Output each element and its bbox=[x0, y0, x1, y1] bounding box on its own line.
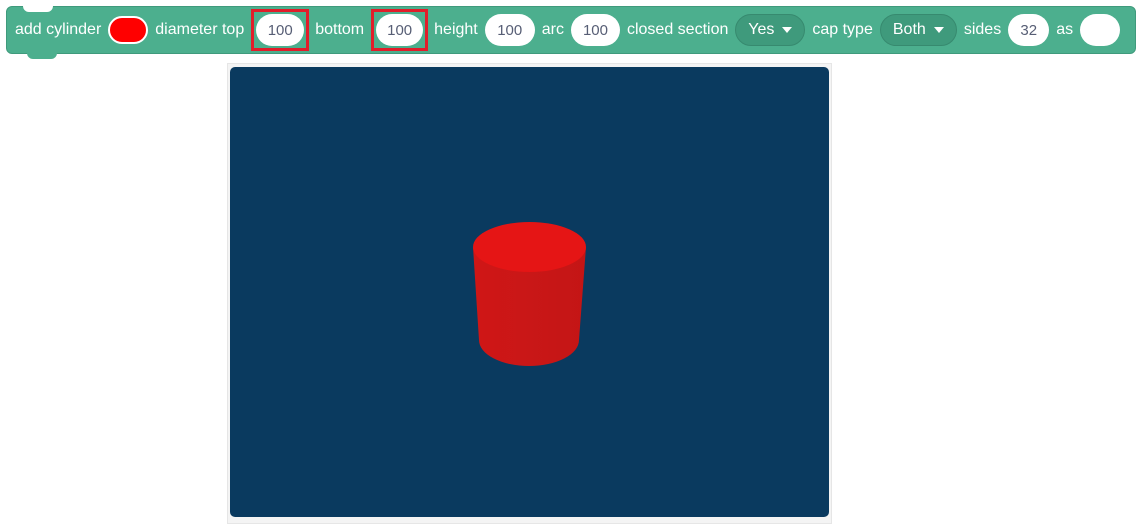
block-bottom-tab bbox=[27, 53, 57, 59]
sides-input[interactable]: 32 bbox=[1008, 14, 1050, 46]
arc-input[interactable]: 100 bbox=[570, 14, 620, 46]
as-label: as bbox=[1056, 21, 1074, 38]
add-cylinder-label: add cylinder bbox=[15, 21, 102, 38]
closed-section-dropdown[interactable]: Yes bbox=[735, 14, 806, 46]
highlight-diameter-top: 100 bbox=[251, 9, 310, 51]
cap-type-label: cap type bbox=[812, 21, 873, 38]
cap-type-value: Both bbox=[892, 21, 926, 38]
arc-label: arc bbox=[541, 21, 564, 38]
add-cylinder-block[interactable]: add cylinder diameter top 100 bottom 100… bbox=[6, 6, 1136, 59]
bottom-label: bottom bbox=[315, 21, 365, 38]
cap-type-dropdown[interactable]: Both bbox=[879, 14, 957, 46]
closed-section-value: Yes bbox=[748, 21, 775, 38]
closed-section-label: closed section bbox=[626, 21, 729, 38]
block-top-notch bbox=[23, 6, 53, 12]
height-label: height bbox=[434, 21, 478, 38]
diameter-top-input[interactable]: 100 bbox=[256, 14, 305, 46]
highlight-bottom: 100 bbox=[371, 9, 429, 51]
chevron-down-icon bbox=[933, 27, 944, 33]
diameter-top-label: diameter top bbox=[155, 21, 245, 38]
cylinder-render bbox=[473, 222, 586, 366]
bottom-input[interactable]: 100 bbox=[376, 14, 424, 46]
height-input[interactable]: 100 bbox=[484, 14, 535, 46]
sides-label: sides bbox=[963, 21, 1002, 38]
stage-canvas[interactable] bbox=[230, 67, 829, 517]
cylinder-top-cap bbox=[473, 222, 586, 272]
color-picker[interactable] bbox=[108, 16, 149, 44]
chevron-down-icon bbox=[782, 27, 793, 33]
as-input[interactable] bbox=[1080, 14, 1121, 46]
